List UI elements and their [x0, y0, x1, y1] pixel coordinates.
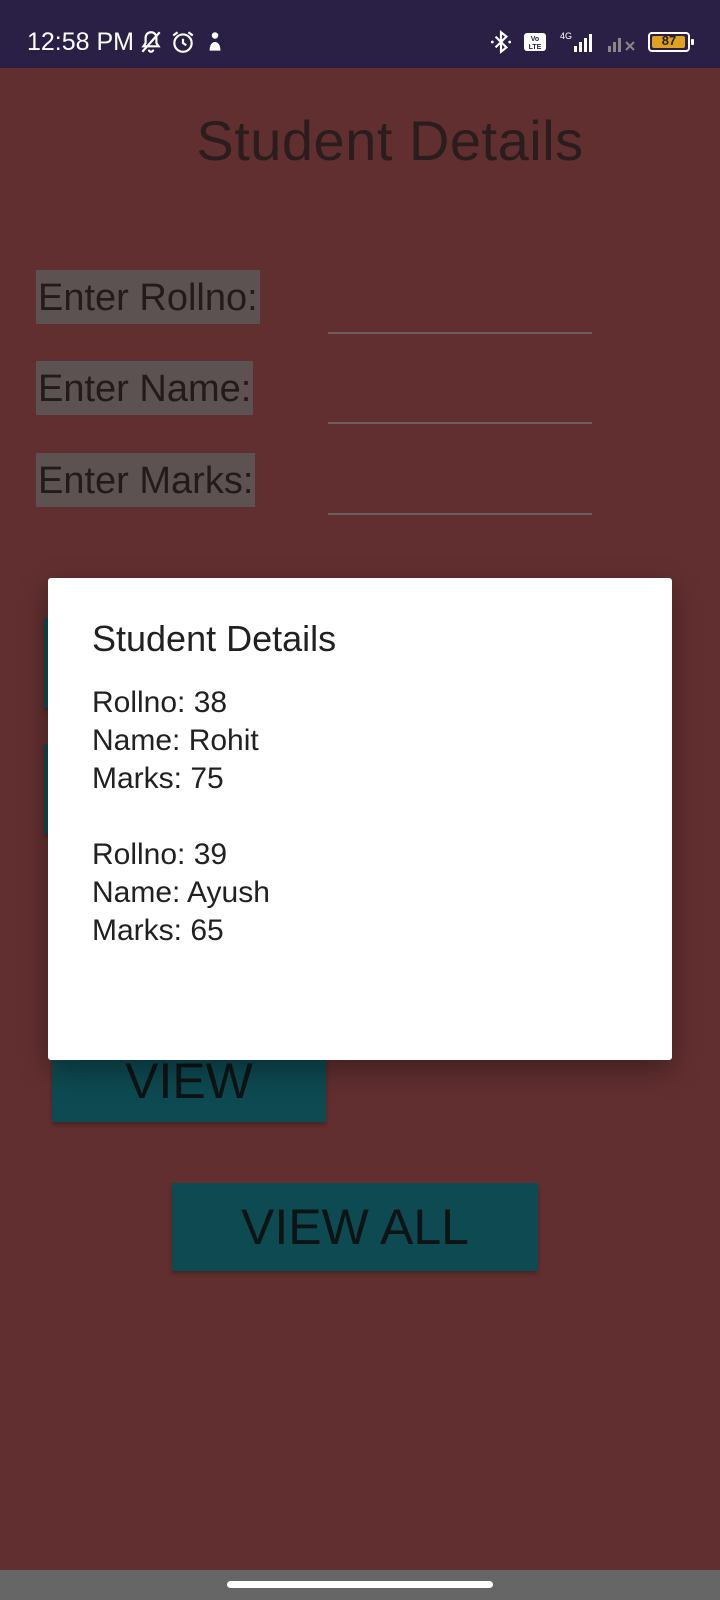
- svg-text:Vo: Vo: [531, 36, 539, 43]
- marks-label: Enter Marks:: [36, 453, 256, 507]
- record-rollno: Rollno: 39: [92, 838, 228, 871]
- name-input[interactable]: [328, 380, 592, 424]
- status-bar: 12:58 PM Vo LTE 4G 87: [0, 0, 720, 68]
- rollno-label: Enter Rollno:: [36, 270, 260, 324]
- view-all-button[interactable]: VIEW ALL: [172, 1183, 538, 1271]
- name-label: Enter Name:: [36, 361, 254, 415]
- status-right-icons: Vo LTE 4G 87: [488, 26, 694, 58]
- nav-bar: [0, 1570, 720, 1600]
- home-gesture-handle[interactable]: [227, 1581, 493, 1588]
- record-name: Name: Rohit: [92, 724, 259, 757]
- list-item: Rollno: 38 Name: Rohit Marks: 75: [92, 684, 270, 798]
- volte-icon: Vo LTE: [524, 33, 546, 51]
- signal-4g-icon: 4G: [560, 31, 592, 52]
- record-rollno: Rollno: 38: [92, 686, 228, 719]
- page-title: Student Details: [196, 109, 584, 172]
- bluetooth-icon: [490, 29, 512, 55]
- notification-icon: [209, 32, 221, 51]
- marks-input[interactable]: [328, 471, 592, 515]
- svg-text:4G: 4G: [560, 31, 572, 41]
- record-marks: Marks: 65: [92, 914, 224, 947]
- status-time: 12:58 PM: [27, 28, 135, 56]
- list-item: Rollno: 39 Name: Ayush Marks: 65: [92, 836, 270, 950]
- svg-text:LTE: LTE: [529, 44, 542, 51]
- dialog-title: Student Details: [92, 618, 337, 659]
- bell-off-icon: [141, 31, 161, 53]
- status-left-icons: [138, 26, 228, 58]
- rollno-input[interactable]: [328, 290, 592, 334]
- battery-level: 87: [661, 33, 677, 48]
- student-details-dialog: Student Details Rollno: 38 Name: Rohit M…: [48, 578, 672, 1060]
- dialog-body: Rollno: 38 Name: Rohit Marks: 75 Rollno:…: [92, 684, 270, 988]
- record-name: Name: Ayush: [92, 876, 270, 909]
- alarm-icon: [172, 31, 194, 53]
- battery-icon: 87: [648, 32, 694, 52]
- record-marks: Marks: 75: [92, 762, 224, 795]
- signal-icon: [608, 38, 635, 52]
